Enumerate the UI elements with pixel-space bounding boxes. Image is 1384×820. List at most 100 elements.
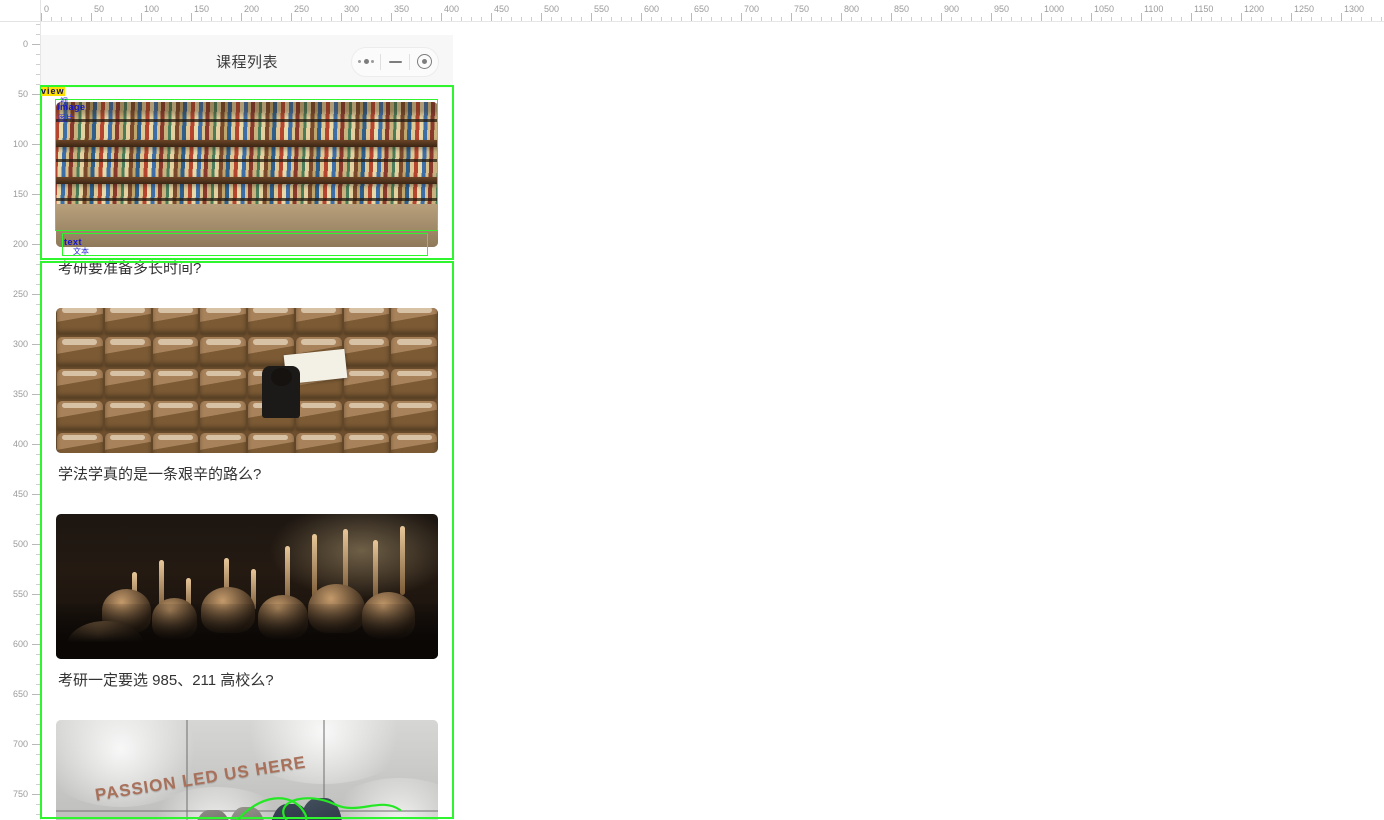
ruler-tick [481,17,482,21]
ruler-tick [1051,17,1052,21]
ruler-tick [36,334,40,335]
ruler-tick [701,17,702,21]
ruler-label: 150 [12,189,28,199]
ruler-tick [36,384,40,385]
ruler-tick [36,214,40,215]
ruler-tick [1011,17,1012,21]
ruler-tick [36,124,40,125]
ruler-tick [551,17,552,21]
ruler-tick [361,17,362,21]
card-image[interactable]: PASSION LED US HERE [56,720,438,820]
ruler-tick [1361,17,1362,21]
ruler-tick [1331,17,1332,21]
ruler-label: 250 [12,289,28,299]
ruler-label: 1100 [1144,4,1164,14]
capsule-button-group[interactable] [351,46,439,77]
ruler-label: 1000 [1044,4,1065,14]
ruler-tick [61,17,62,21]
ruler-tick [36,254,40,255]
ruler-tick [1231,17,1232,21]
card-title: 考研要准备多长时间? [58,260,202,277]
card-image[interactable] [56,514,438,659]
ruler-tick [32,394,40,395]
ruler-tick [741,13,742,21]
ruler-tick [1041,13,1042,21]
dash-icon[interactable] [381,48,409,76]
target-circle-icon[interactable] [410,48,438,76]
ruler-label: 500 [12,539,28,549]
ruler-tick [561,17,562,21]
ruler-tick [1301,17,1302,21]
ruler-tick [36,414,40,415]
ruler-label: 400 [12,439,28,449]
ruler-tick [36,204,40,205]
ruler-tick [731,17,732,21]
ruler-tick [971,17,972,21]
ruler-label: 650 [12,689,28,699]
card-image[interactable] [56,308,438,453]
ruler-tick [491,13,492,21]
ruler-tick [36,774,40,775]
more-dots-icon[interactable] [352,48,380,76]
ruler-corner [0,0,41,22]
ruler-tick [1121,17,1122,21]
ruler-tick [631,17,632,21]
ruler-tick [651,17,652,21]
ruler-tick [1171,17,1172,21]
ruler-tick [36,174,40,175]
ruler-label: 300 [344,4,360,14]
ruler-tick [911,17,912,21]
ruler-label: 350 [12,389,28,399]
ruler-tick [1111,17,1112,21]
ruler-tick [351,17,352,21]
horizontal-ruler[interactable]: 0 50 100 150 200 250 300 350 400 450 500 550 600 650 7… [0,0,1384,22]
ruler-tick [321,17,322,21]
ruler-label: 1050 [1094,4,1115,14]
ruler-tick [36,474,40,475]
ruler-tick [671,17,672,21]
ruler-tick [571,17,572,21]
ruler-tick [181,17,182,21]
ruler-tick [141,13,142,21]
ruler-tick [36,154,40,155]
vertical-ruler[interactable]: 0 50 100 150 200 250 300 350 400 450 500 550 600 650 7… [0,0,41,820]
ruler-tick [681,17,682,21]
ruler-label: 600 [644,4,660,14]
ruler-tick [36,804,40,805]
ruler-tick [521,17,522,21]
ruler-tick [171,17,172,21]
ruler-label: 600 [12,639,28,649]
ruler-label: 550 [594,4,610,14]
ruler-tick [36,754,40,755]
ruler-tick [71,17,72,21]
ruler-tick [36,674,40,675]
ruler-tick [36,314,40,315]
ruler-tick [381,17,382,21]
ruler-tick [691,13,692,21]
ruler-tick [36,604,40,605]
list-item[interactable]: 考研一定要选 985、211 高校么? [41,500,453,706]
ruler-tick [36,284,40,285]
ruler-tick [841,13,842,21]
ruler-tick [36,454,40,455]
ruler-tick [261,17,262,21]
card-image[interactable] [56,102,438,247]
ruler-tick [921,17,922,21]
list-item[interactable]: 考研要准备多长时间? [41,88,453,294]
ruler-tick [1221,17,1222,21]
ruler-tick [1131,17,1132,21]
list-item[interactable]: 学法学真的是一条艰辛的路么? [41,294,453,500]
ruler-tick [851,17,852,21]
page-title: 课程列表 [215,54,278,71]
concert-crowd-photo [56,514,438,659]
ruler-label: 0 [44,4,50,14]
ruler-tick [32,44,40,45]
ruler-tick [36,514,40,515]
ruler-label: 0 [22,39,28,49]
ruler-tick [36,304,40,305]
ruler-label: 300 [12,339,28,349]
ruler-tick [32,344,40,345]
ruler-tick [36,324,40,325]
list-item[interactable]: PASSION LED US HERE 零基础小白先选择 Java 还是 C++… [41,706,453,820]
ruler-tick [991,13,992,21]
